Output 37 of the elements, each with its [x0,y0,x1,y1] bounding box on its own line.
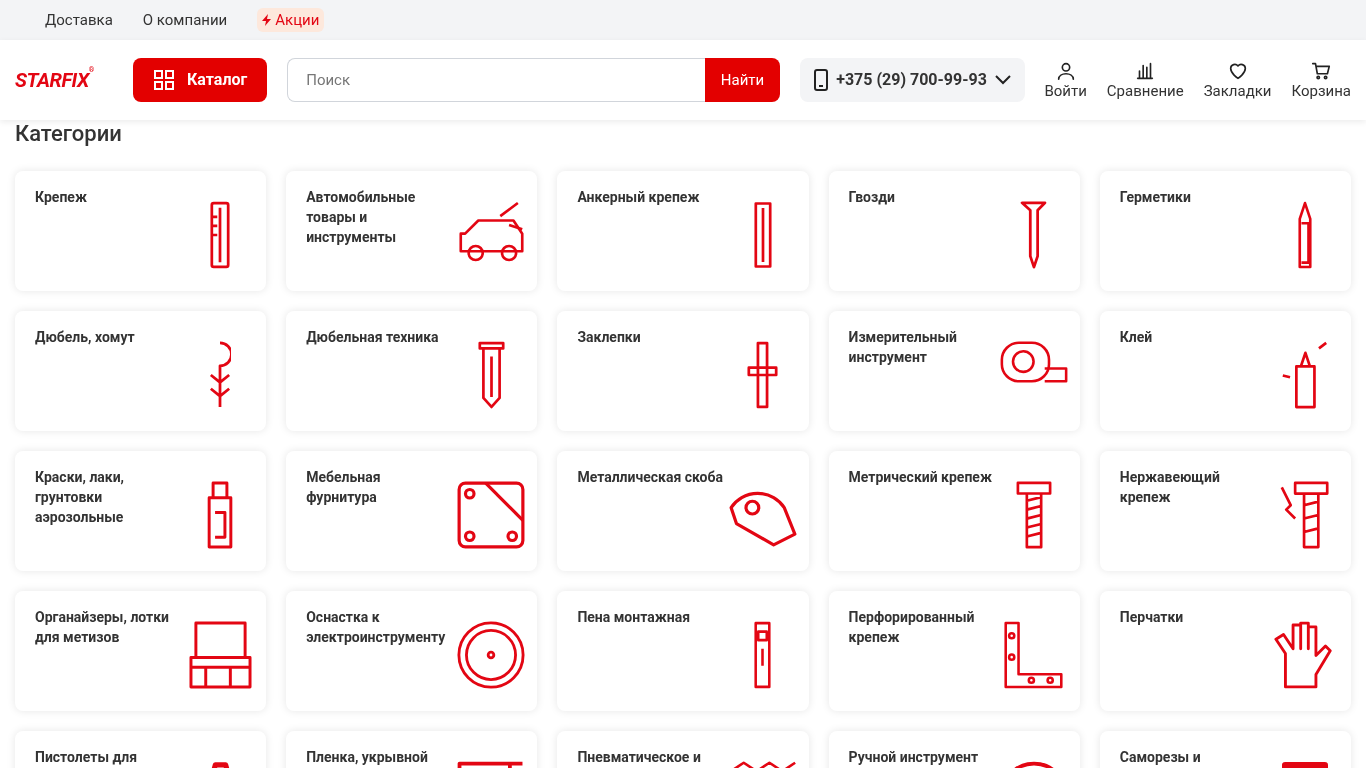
category-card[interactable]: Клей [1099,311,1351,431]
header-action[interactable]: Войти [1044,59,1087,101]
header-action[interactable]: Сравнение [1106,59,1184,101]
category-card[interactable]: Краски, лаки, грунтовки аэрозольные [15,451,267,571]
header-action[interactable]: Закладки [1203,59,1272,101]
category-card[interactable]: Органайзеры, лотки для метизов [15,591,267,711]
category-card[interactable]: Нержавеющий крепеж [1099,451,1351,571]
category-card[interactable]: Автомобильные товары и инструменты [286,171,538,291]
category-card[interactable]: Герметики [1099,171,1351,291]
category-card[interactable]: Гвозди [828,171,1080,291]
search-button[interactable]: Найти [704,58,781,102]
category-card[interactable]: Оснастка к электроинструменту [286,591,538,711]
category-card[interactable]: Пена монтажная [557,591,809,711]
search-field[interactable]: Поиск [287,58,705,102]
category-card[interactable]: Измерительный инструмент [828,311,1080,431]
category-card[interactable]: Пневматическое и [557,731,809,768]
nav-link[interactable]: Доставка [45,8,113,32]
category-card[interactable]: Мебельная фурнитура [286,451,538,571]
section-title: Категории [15,121,122,147]
phone-dropdown[interactable]: +375 (29) 700-99-93 [800,58,1025,102]
category-card[interactable]: Металлическая скоба [557,451,809,571]
category-card[interactable]: Ручной инструмент [828,731,1080,768]
category-card[interactable]: Пистолеты для [15,731,267,768]
header-action[interactable]: Корзина [1291,59,1351,101]
category-card[interactable]: Дюбельная техника [286,311,538,431]
category-card[interactable]: Крепеж [15,171,267,291]
promo-link[interactable]: Акции [257,7,325,33]
category-card[interactable]: Перчатки [1099,591,1351,711]
nav-link[interactable]: О компании [142,8,228,32]
category-card[interactable]: Дюбель, хомут [15,311,267,431]
category-card[interactable]: Пленка, укрывной [286,731,538,768]
category-card[interactable]: Заклепки [557,311,809,431]
category-card[interactable]: Саморезы и [1099,731,1351,768]
category-card[interactable]: Анкерный крепеж [557,171,809,291]
category-card[interactable]: Метрический крепеж [828,451,1080,571]
catalog-button[interactable]: Каталог [133,58,268,102]
category-card[interactable]: Перфорированный крепеж [828,591,1080,711]
